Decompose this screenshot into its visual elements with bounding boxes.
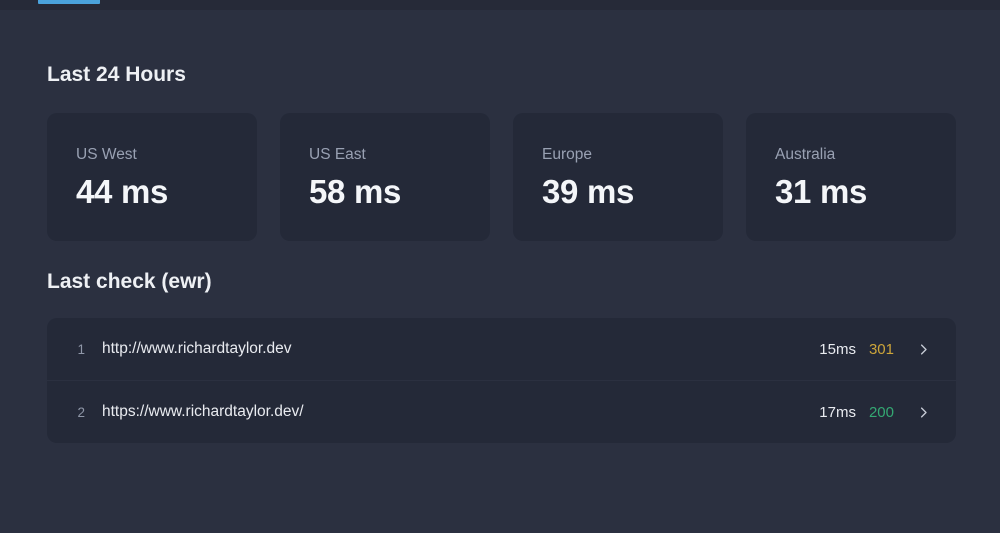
latency-value: 39 ms — [542, 173, 635, 210]
top-tab-strip — [0, 0, 1000, 10]
checked-url: https://www.richardtaylor.dev/ — [102, 403, 304, 420]
region-label: Australia — [775, 146, 836, 163]
region-label: US West — [76, 146, 137, 163]
latency-value: 58 ms — [309, 173, 402, 210]
last-check-section-heading: Last check (ewr) — [47, 270, 212, 293]
status-code-badge: 200 — [868, 403, 894, 421]
status-code-badge: 301 — [868, 340, 894, 358]
latency-card-australia: Australia 31 ms — [746, 113, 956, 241]
row-index: 1 — [77, 341, 85, 357]
chevron-right-icon — [916, 342, 931, 357]
response-time: 17ms — [819, 403, 856, 421]
latency-value: 44 ms — [76, 173, 169, 210]
check-row-2[interactable]: 2 https://www.richardtaylor.dev/ 17ms 20… — [47, 381, 956, 443]
latency-value: 31 ms — [775, 173, 868, 210]
response-time: 15ms — [819, 340, 856, 358]
latency-card-europe: Europe 39 ms — [513, 113, 723, 241]
check-list: 1 http://www.richardtaylor.dev 15ms 301 … — [47, 318, 956, 443]
checked-url: http://www.richardtaylor.dev — [102, 340, 292, 357]
latency-section-heading: Last 24 Hours — [47, 63, 186, 86]
latency-cards: US West 44 ms US East 58 ms Europe 39 ms… — [47, 113, 956, 241]
latency-card-us-west: US West 44 ms — [47, 113, 257, 241]
latency-card-us-east: US East 58 ms — [280, 113, 490, 241]
region-label: US East — [309, 146, 366, 163]
row-index: 2 — [77, 404, 85, 420]
active-tab-indicator[interactable] — [38, 0, 100, 4]
check-row-1[interactable]: 1 http://www.richardtaylor.dev 15ms 301 — [47, 318, 956, 380]
chevron-right-icon — [916, 405, 931, 420]
dashboard-content: Last 24 Hours US West 44 ms US East 58 m… — [0, 61, 1000, 443]
region-label: Europe — [542, 146, 592, 163]
